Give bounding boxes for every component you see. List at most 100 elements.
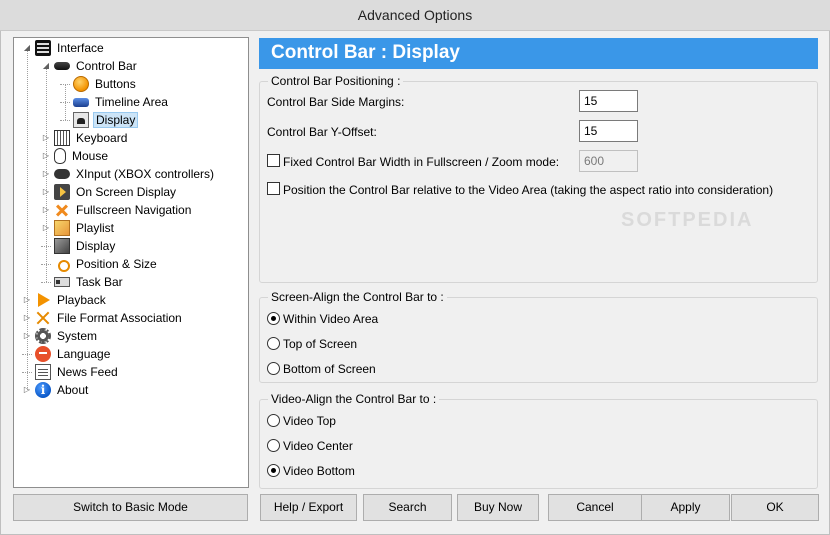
relative-position-checkbox[interactable] [267, 182, 280, 195]
system-gear-icon [35, 328, 51, 344]
keyboard-icon [54, 130, 70, 146]
advanced-options-window: ◢ Interface ◢ Control Bar Buttons Timeline Ar… [0, 31, 830, 535]
fullscreen-nav-icon [54, 202, 70, 218]
apply-button[interactable]: Apply [641, 494, 730, 521]
tree-item-label: Buttons [95, 77, 136, 91]
settings-tree[interactable]: ◢ Interface ◢ Control Bar Buttons Timeline Ar… [13, 37, 249, 488]
tree-item-control-bar[interactable]: ◢ Control Bar [41, 57, 139, 75]
tree-item-label: File Format Association [57, 311, 182, 325]
taskbar-icon [54, 277, 70, 287]
tree-item-display[interactable]: Display [60, 111, 139, 129]
switch-basic-mode-button[interactable]: Switch to Basic Mode [13, 494, 248, 521]
softpedia-watermark: SOFTPEDIA [621, 209, 754, 231]
file-format-icon [35, 310, 51, 326]
video-bottom-radio[interactable] [267, 464, 280, 477]
tree-item-label: About [57, 383, 89, 397]
tree-item-buttons[interactable]: Buttons [60, 75, 138, 93]
expand-arrow-icon[interactable]: ▷ [22, 385, 32, 395]
expand-arrow-icon[interactable]: ▷ [41, 169, 51, 179]
cancel-button[interactable]: Cancel [548, 494, 642, 521]
about-info-icon [35, 382, 51, 398]
expand-arrow-icon[interactable]: ▷ [41, 223, 51, 233]
tree-connector [60, 84, 70, 85]
video-align-legend: Video-Align the Control Bar to : [268, 392, 440, 406]
tree-item-news-feed[interactable]: News Feed [22, 363, 120, 381]
video-top-radio[interactable] [267, 414, 280, 427]
tree-item-label: Playlist [76, 221, 115, 235]
news-feed-icon [35, 364, 51, 380]
expand-arrow-icon[interactable]: ▷ [41, 151, 51, 161]
tree-item-position-size[interactable]: Position & Size [41, 255, 159, 273]
panel-header: Control Bar : Display [259, 38, 818, 69]
top-of-screen-radio[interactable] [267, 337, 280, 350]
tree-item-about[interactable]: ▷ About [22, 381, 90, 399]
tree-connector [41, 246, 51, 247]
osd-icon [54, 184, 70, 200]
y-offset-input[interactable] [579, 120, 638, 142]
top-of-screen-label: Top of Screen [283, 337, 358, 351]
tree-connector [41, 282, 51, 283]
tree-item-playback[interactable]: ▷ Playback [22, 291, 108, 309]
tree-item-fullscreen-navigation[interactable]: ▷ Fullscreen Navigation [41, 201, 193, 219]
ok-button[interactable]: OK [731, 494, 819, 521]
expand-arrow-icon[interactable]: ▷ [22, 313, 32, 323]
tree-item-label: Task Bar [76, 275, 123, 289]
fixed-width-checkbox[interactable] [267, 154, 280, 167]
collapse-arrow-icon[interactable]: ◢ [22, 43, 32, 53]
expand-arrow-icon[interactable]: ▷ [41, 187, 51, 197]
tree-item-label: Interface [57, 41, 104, 55]
tree-item-xinput-xbox-controllers[interactable]: ▷ XInput (XBOX controllers) [41, 165, 216, 183]
tree-item-label: Keyboard [76, 131, 128, 145]
display-icon [73, 112, 89, 128]
gamepad-icon [54, 169, 70, 179]
expand-arrow-icon[interactable]: ▷ [41, 133, 51, 143]
tree-item-timeline-area[interactable]: Timeline Area [60, 93, 170, 111]
tree-item-language[interactable]: Language [22, 345, 112, 363]
tree-item-label: Timeline Area [95, 95, 168, 109]
title-bar: Advanced Options [0, 0, 830, 31]
side-margins-label: Control Bar Side Margins: [267, 95, 405, 109]
y-offset-label: Control Bar Y-Offset: [267, 125, 377, 139]
tree-item-label: Language [57, 347, 111, 361]
tree-item-task-bar[interactable]: Task Bar [41, 273, 125, 291]
screen-align-legend: Screen-Align the Control Bar to : [268, 290, 447, 304]
language-icon [35, 346, 51, 362]
tree-item-label: Fullscreen Navigation [76, 203, 192, 217]
tree-item-file-format-association[interactable]: ▷ File Format Association [22, 309, 184, 327]
tree-item-system[interactable]: ▷ System [22, 327, 99, 345]
bottom-of-screen-radio[interactable] [267, 362, 280, 375]
tree-item-label: Control Bar [76, 59, 137, 73]
tree-item-display[interactable]: Display [41, 237, 117, 255]
tree-connector [22, 354, 32, 355]
video-bottom-label: Video Bottom [283, 464, 355, 478]
playlist-icon [54, 220, 70, 236]
bottom-of-screen-label: Bottom of Screen [283, 362, 376, 376]
video-center-label: Video Center [283, 439, 353, 453]
expand-arrow-icon[interactable]: ▷ [22, 295, 32, 305]
tree-connector [60, 102, 70, 103]
tree-item-interface[interactable]: ◢ Interface [22, 39, 106, 57]
tree-item-label: XInput (XBOX controllers) [76, 167, 215, 181]
search-button[interactable]: Search [363, 494, 452, 521]
buttons-icon [73, 76, 89, 92]
window-title: Advanced Options [357, 7, 473, 23]
help-export-button[interactable]: Help / Export [260, 494, 357, 521]
video-center-radio[interactable] [267, 439, 280, 452]
tree-item-on-screen-display[interactable]: ▷ On Screen Display [41, 183, 178, 201]
fixed-width-label: Fixed Control Bar Width in Fullscreen / … [283, 155, 560, 169]
tree-item-label: Display [93, 112, 139, 128]
tree-item-mouse[interactable]: ▷ Mouse [41, 147, 110, 165]
within-video-area-radio[interactable] [267, 312, 280, 325]
position-size-icon [54, 256, 70, 272]
expand-arrow-icon[interactable]: ▷ [22, 331, 32, 341]
tree-item-playlist[interactable]: ▷ Playlist [41, 219, 116, 237]
expand-arrow-icon[interactable]: ▷ [41, 205, 51, 215]
tree-connector [22, 372, 32, 373]
tree-item-label: Playback [57, 293, 106, 307]
tree-item-label: News Feed [57, 365, 118, 379]
side-margins-input[interactable] [579, 90, 638, 112]
tree-item-keyboard[interactable]: ▷ Keyboard [41, 129, 129, 147]
positioning-group: Control Bar Positioning : [259, 74, 818, 283]
collapse-arrow-icon[interactable]: ◢ [41, 61, 51, 71]
buy-now-button[interactable]: Buy Now [457, 494, 539, 521]
